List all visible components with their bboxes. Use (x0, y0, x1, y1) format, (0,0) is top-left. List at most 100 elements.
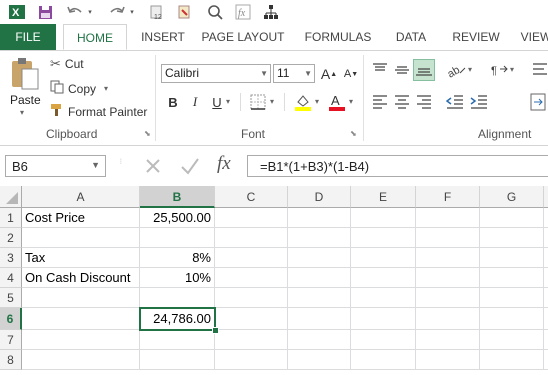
copy-button[interactable]: Copy ▾ (50, 80, 108, 97)
redo-icon[interactable] (108, 3, 126, 21)
enter-icon[interactable] (179, 156, 201, 179)
cell-a2[interactable] (22, 228, 140, 248)
fill-color-icon[interactable] (294, 93, 312, 114)
row-header-5[interactable]: 5 (0, 288, 22, 308)
row-header-7[interactable]: 7 (0, 330, 22, 350)
row-header-2[interactable]: 2 (0, 228, 22, 248)
orientation-icon[interactable]: ab (445, 61, 466, 82)
row-header-4[interactable]: 4 (0, 268, 22, 288)
cell-d6[interactable] (288, 308, 351, 330)
cell-a3[interactable]: Tax (22, 248, 140, 268)
column-header-a[interactable]: A (22, 186, 140, 208)
font-name-box[interactable]: Calibri ▼ (161, 64, 271, 83)
cell-f3[interactable] (416, 248, 480, 268)
cell-d3[interactable] (288, 248, 351, 268)
format-painter-icon[interactable] (176, 3, 194, 21)
select-all-button[interactable] (0, 186, 22, 208)
cell-h5[interactable] (544, 288, 548, 308)
undo-icon[interactable] (66, 3, 84, 21)
cell-e7[interactable] (351, 330, 416, 350)
align-center-icon[interactable] (394, 95, 410, 112)
paste-button[interactable]: Paste (10, 93, 41, 107)
cell-g7[interactable] (480, 330, 544, 350)
cell-g4[interactable] (480, 268, 544, 288)
cell-e5[interactable] (351, 288, 416, 308)
print-preview-icon[interactable] (206, 3, 224, 21)
cell-g1[interactable] (480, 208, 544, 228)
cell-a1[interactable]: Cost Price (22, 208, 140, 228)
column-header-e[interactable]: E (351, 186, 416, 208)
cell-b2[interactable] (140, 228, 215, 248)
align-top-icon[interactable] (372, 63, 388, 80)
worksheet-grid[interactable]: A B C D E F G 1 2 3 4 5 6 7 8 Cost Price… (0, 186, 548, 375)
fill-handle[interactable] (212, 327, 219, 334)
cell-e1[interactable] (351, 208, 416, 228)
bold-button[interactable]: B (164, 93, 182, 111)
column-header-d[interactable]: D (288, 186, 351, 208)
cell-h2[interactable] (544, 228, 548, 248)
cell-f6[interactable] (416, 308, 480, 330)
borders-dropdown-icon[interactable]: ▾ (270, 97, 274, 106)
font-size-dropdown-icon[interactable]: ▼ (304, 65, 312, 82)
borders-icon[interactable] (250, 94, 266, 113)
cell-h8[interactable] (544, 350, 548, 370)
clipboard-launcher-icon[interactable]: ⬊ (144, 129, 151, 138)
format-painter-button[interactable]: Format Painter (50, 103, 147, 120)
cell-g5[interactable] (480, 288, 544, 308)
cell-e8[interactable] (351, 350, 416, 370)
fill-color-dropdown-icon[interactable]: ▾ (315, 97, 319, 106)
shrink-font-button[interactable]: A ▼ (342, 65, 360, 83)
increase-indent-icon[interactable] (470, 95, 488, 112)
wrap-text-icon[interactable] (532, 61, 548, 82)
tab-review[interactable]: REVIEW (446, 24, 506, 50)
cell-a8[interactable] (22, 350, 140, 370)
cell-b8[interactable] (140, 350, 215, 370)
hierarchy-icon[interactable] (262, 3, 280, 21)
name-box[interactable]: B6 ▼ (5, 155, 106, 177)
tab-file[interactable]: FILE (0, 24, 56, 50)
tab-page-layout[interactable]: PAGE LAYOUT (198, 24, 288, 50)
tab-insert[interactable]: INSERT (132, 24, 194, 50)
name-box-dropdown-icon[interactable]: ▼ (91, 160, 100, 170)
cell-b6[interactable]: 24,786.00 (139, 307, 216, 331)
font-color-icon[interactable]: A (328, 93, 346, 114)
redo-dropdown-icon[interactable]: ▾ (128, 3, 136, 21)
formula-input[interactable]: =B1*(1+B3)*(1-B4) (247, 155, 548, 177)
grow-font-button[interactable]: A ▲ (320, 65, 338, 83)
cell-c2[interactable] (215, 228, 288, 248)
cell-h1[interactable] (544, 208, 548, 228)
cell-b4[interactable]: 10% (140, 268, 215, 288)
orientation-dropdown-icon[interactable]: ▾ (468, 65, 472, 74)
paste-icon[interactable] (8, 57, 40, 93)
cell-e6[interactable] (351, 308, 416, 330)
tab-view[interactable]: VIEW (516, 24, 548, 50)
cell-h7[interactable] (544, 330, 548, 350)
column-header-g[interactable]: G (480, 186, 544, 208)
tab-formulas[interactable]: FORMULAS (298, 24, 378, 50)
italic-button[interactable]: I (186, 93, 204, 111)
cell-d8[interactable] (288, 350, 351, 370)
insert-function-icon[interactable]: fx (234, 3, 252, 21)
cell-g2[interactable] (480, 228, 544, 248)
cell-c5[interactable] (215, 288, 288, 308)
paste-dropdown-icon[interactable]: ▾ (20, 108, 24, 117)
font-color-dropdown-icon[interactable]: ▾ (349, 97, 353, 106)
cell-f1[interactable] (416, 208, 480, 228)
cell-d4[interactable] (288, 268, 351, 288)
cut-button[interactable]: ✂ Cut (50, 56, 84, 72)
align-bottom-button[interactable] (413, 59, 435, 81)
column-header-f[interactable]: F (416, 186, 480, 208)
paste-values-icon[interactable]: 12 (148, 3, 166, 21)
cell-d2[interactable] (288, 228, 351, 248)
cell-e3[interactable] (351, 248, 416, 268)
cell-c3[interactable] (215, 248, 288, 268)
cell-a5[interactable] (22, 288, 140, 308)
formula-bar-grip-icon[interactable]: ⋮ (118, 159, 124, 165)
text-direction-icon[interactable]: ¶ (490, 61, 508, 82)
cell-b1[interactable]: 25,500.00 (140, 208, 215, 228)
align-left-icon[interactable] (372, 95, 388, 112)
font-launcher-icon[interactable]: ⬊ (350, 129, 357, 138)
cell-b5[interactable] (140, 288, 215, 308)
undo-dropdown-icon[interactable]: ▾ (86, 3, 94, 21)
row-header-8[interactable]: 8 (0, 350, 22, 370)
